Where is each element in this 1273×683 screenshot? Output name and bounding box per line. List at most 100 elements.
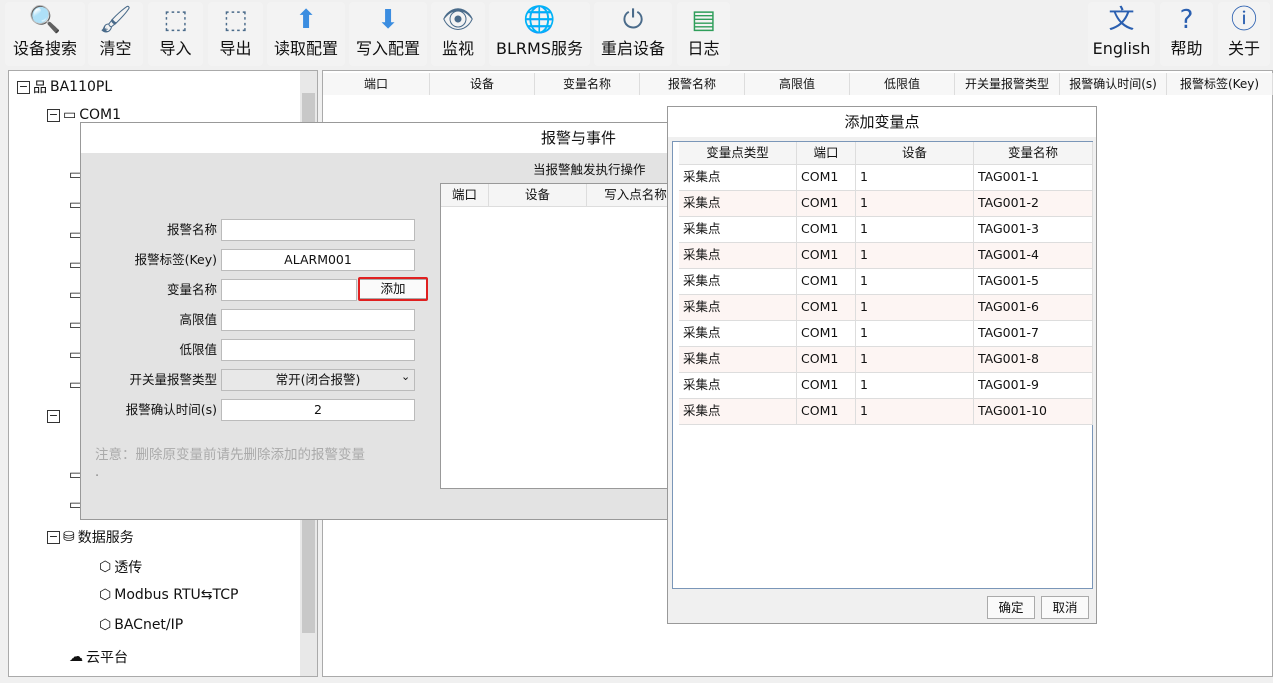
toolbar-button-9[interactable]: ▤ 日志 xyxy=(677,2,730,66)
table-cell[interactable]: 1 xyxy=(856,373,974,399)
toolbar-right-button-2[interactable]: ⓘ 关于 xyxy=(1218,2,1270,66)
column-header[interactable]: 报警标签(Key) xyxy=(1167,73,1273,95)
table-cell[interactable]: TAG001-3 xyxy=(974,217,1093,243)
collapse-icon[interactable]: − xyxy=(47,530,60,544)
table-cell[interactable]: 1 xyxy=(856,399,974,425)
toolbar-button-0[interactable]: 🔍 设备搜索 xyxy=(5,2,85,66)
tree-node-data-service[interactable]: − ⛁ 数据服务 xyxy=(47,527,134,547)
toolbar-right-button-0[interactable]: 文 English xyxy=(1088,2,1155,66)
column-header[interactable]: 开关量报警类型 xyxy=(955,73,1060,95)
column-header[interactable]: 设备 xyxy=(489,184,587,207)
column-header[interactable]: 设备 xyxy=(856,142,974,165)
table-cell[interactable]: 1 xyxy=(856,295,974,321)
table-cell[interactable]: 1 xyxy=(856,191,974,217)
table-cell[interactable]: 采集点 xyxy=(679,373,797,399)
collapse-icon[interactable]: − xyxy=(17,80,30,94)
table-cell[interactable]: COM1 xyxy=(797,373,856,399)
help-icon: ? xyxy=(1179,5,1194,35)
table-cell[interactable]: COM1 xyxy=(797,243,856,269)
tree-node-com1[interactable]: − ▭ COM1 xyxy=(47,107,121,123)
table-cell[interactable]: COM1 xyxy=(797,295,856,321)
toolbar-button-1[interactable]: 🖌 清空 xyxy=(88,2,143,66)
table-cell[interactable]: COM1 xyxy=(797,165,856,191)
tree-node-passthrough[interactable]: ⬡ 透传 xyxy=(99,557,142,577)
power-icon: ⏻ xyxy=(622,5,644,35)
table-cell[interactable]: 采集点 xyxy=(679,217,797,243)
table-cell[interactable]: 采集点 xyxy=(679,295,797,321)
table-cell[interactable]: 1 xyxy=(856,243,974,269)
table-cell[interactable]: TAG001-8 xyxy=(974,347,1093,373)
collapse-icon[interactable]: − xyxy=(47,108,60,122)
name-input[interactable] xyxy=(221,219,415,241)
column-header[interactable]: 设备 xyxy=(430,73,535,95)
table-cell[interactable]: TAG001-2 xyxy=(974,191,1093,217)
table-cell[interactable]: TAG001-7 xyxy=(974,321,1093,347)
table-cell[interactable]: 采集点 xyxy=(679,191,797,217)
low-input[interactable] xyxy=(221,339,415,361)
table-cell[interactable]: COM1 xyxy=(797,321,856,347)
dialog-title: 添加变量点 xyxy=(668,107,1096,137)
tree-label: BA110PL xyxy=(50,79,113,95)
switch-label: 开关量报警类型 xyxy=(129,372,217,387)
toolbar-button-6[interactable]: 👁 监视 xyxy=(431,2,485,66)
high-input[interactable] xyxy=(221,309,415,331)
toolbar-button-3[interactable]: ⬚ 导出 xyxy=(208,2,263,66)
tree-node-cloud[interactable]: ☁ 云平台 xyxy=(69,647,128,667)
column-header[interactable]: 端口 xyxy=(797,142,856,165)
column-header[interactable]: 报警确认时间(s) xyxy=(1060,73,1167,95)
column-header[interactable]: 变量名称 xyxy=(974,142,1093,165)
note-text: 注意：删除原变量前请先删除添加的报警变量 xyxy=(95,447,365,463)
toolbar-button-7[interactable]: 🌐 BLRMS服务 xyxy=(489,2,590,66)
confirm-input[interactable]: 2 xyxy=(221,399,415,421)
table-cell[interactable]: TAG001-4 xyxy=(974,243,1093,269)
toolbar-button-8[interactable]: ⏻ 重启设备 xyxy=(594,2,672,66)
table-cell[interactable]: COM1 xyxy=(797,347,856,373)
table-cell[interactable]: COM1 xyxy=(797,191,856,217)
variable-table: 变量点类型 端口 设备 变量名称 采集点 COM1 1 TAG001-1 采集点 COM1 1 TAG… xyxy=(672,141,1093,589)
key-input[interactable]: ALARM001 xyxy=(221,249,415,271)
table-cell[interactable]: COM1 xyxy=(797,217,856,243)
cancel-button[interactable]: 取消 xyxy=(1041,596,1089,619)
table-cell[interactable]: TAG001-1 xyxy=(974,165,1093,191)
table-cell[interactable]: TAG001-5 xyxy=(974,269,1093,295)
table-cell[interactable]: TAG001-9 xyxy=(974,373,1093,399)
table-cell[interactable]: 采集点 xyxy=(679,243,797,269)
column-header[interactable]: 端口 xyxy=(441,184,489,207)
table-cell[interactable]: COM1 xyxy=(797,399,856,425)
toolbar-button-2[interactable]: ⬚ 导入 xyxy=(148,2,203,66)
table-cell[interactable]: 1 xyxy=(856,347,974,373)
column-header[interactable]: 变量点类型 xyxy=(679,142,797,165)
collapse-icon[interactable]: − xyxy=(47,410,60,423)
ok-button[interactable]: 确定 xyxy=(987,596,1035,619)
column-header[interactable]: 低限值 xyxy=(850,73,955,95)
log-icon: ▤ xyxy=(691,5,716,35)
table-cell[interactable]: 采集点 xyxy=(679,269,797,295)
table-cell[interactable]: 采集点 xyxy=(679,347,797,373)
column-header[interactable]: 报警名称 xyxy=(640,73,745,95)
cube-icon: ⬡ xyxy=(99,617,112,633)
chevron-down-icon[interactable]: ⌄ xyxy=(401,370,410,383)
toolbar-button-5[interactable]: ⬇ 写入配置 xyxy=(349,2,427,66)
table-cell[interactable]: 1 xyxy=(856,165,974,191)
var-input[interactable] xyxy=(221,279,357,301)
tree-node-modbus[interactable]: ⬡ Modbus RTU⇆TCP xyxy=(99,587,238,603)
column-header[interactable]: 变量名称 xyxy=(535,73,640,95)
column-header[interactable]: 端口 xyxy=(323,73,430,95)
highlight-box xyxy=(358,277,428,301)
table-cell[interactable]: TAG001-6 xyxy=(974,295,1093,321)
column-header[interactable]: 高限值 xyxy=(745,73,850,95)
table-cell[interactable]: 1 xyxy=(856,269,974,295)
table-cell[interactable]: 1 xyxy=(856,217,974,243)
toolbar-button-4[interactable]: ⬆ 读取配置 xyxy=(267,2,345,66)
toolbar-label: BLRMS服务 xyxy=(496,39,583,58)
table-cell[interactable]: 采集点 xyxy=(679,165,797,191)
table-cell[interactable]: TAG001-10 xyxy=(974,399,1093,425)
table-cell[interactable]: 采集点 xyxy=(679,399,797,425)
tree-node-bacnet[interactable]: ⬡ BACnet/IP xyxy=(99,617,183,633)
table-cell[interactable]: 1 xyxy=(856,321,974,347)
table-cell[interactable]: COM1 xyxy=(797,269,856,295)
switch-select[interactable]: 常开(闭合报警) xyxy=(221,369,415,391)
table-cell[interactable]: 采集点 xyxy=(679,321,797,347)
tree-node-root[interactable]: − 品 BA110PL xyxy=(17,77,112,97)
toolbar-right-button-1[interactable]: ? 帮助 xyxy=(1160,2,1213,66)
